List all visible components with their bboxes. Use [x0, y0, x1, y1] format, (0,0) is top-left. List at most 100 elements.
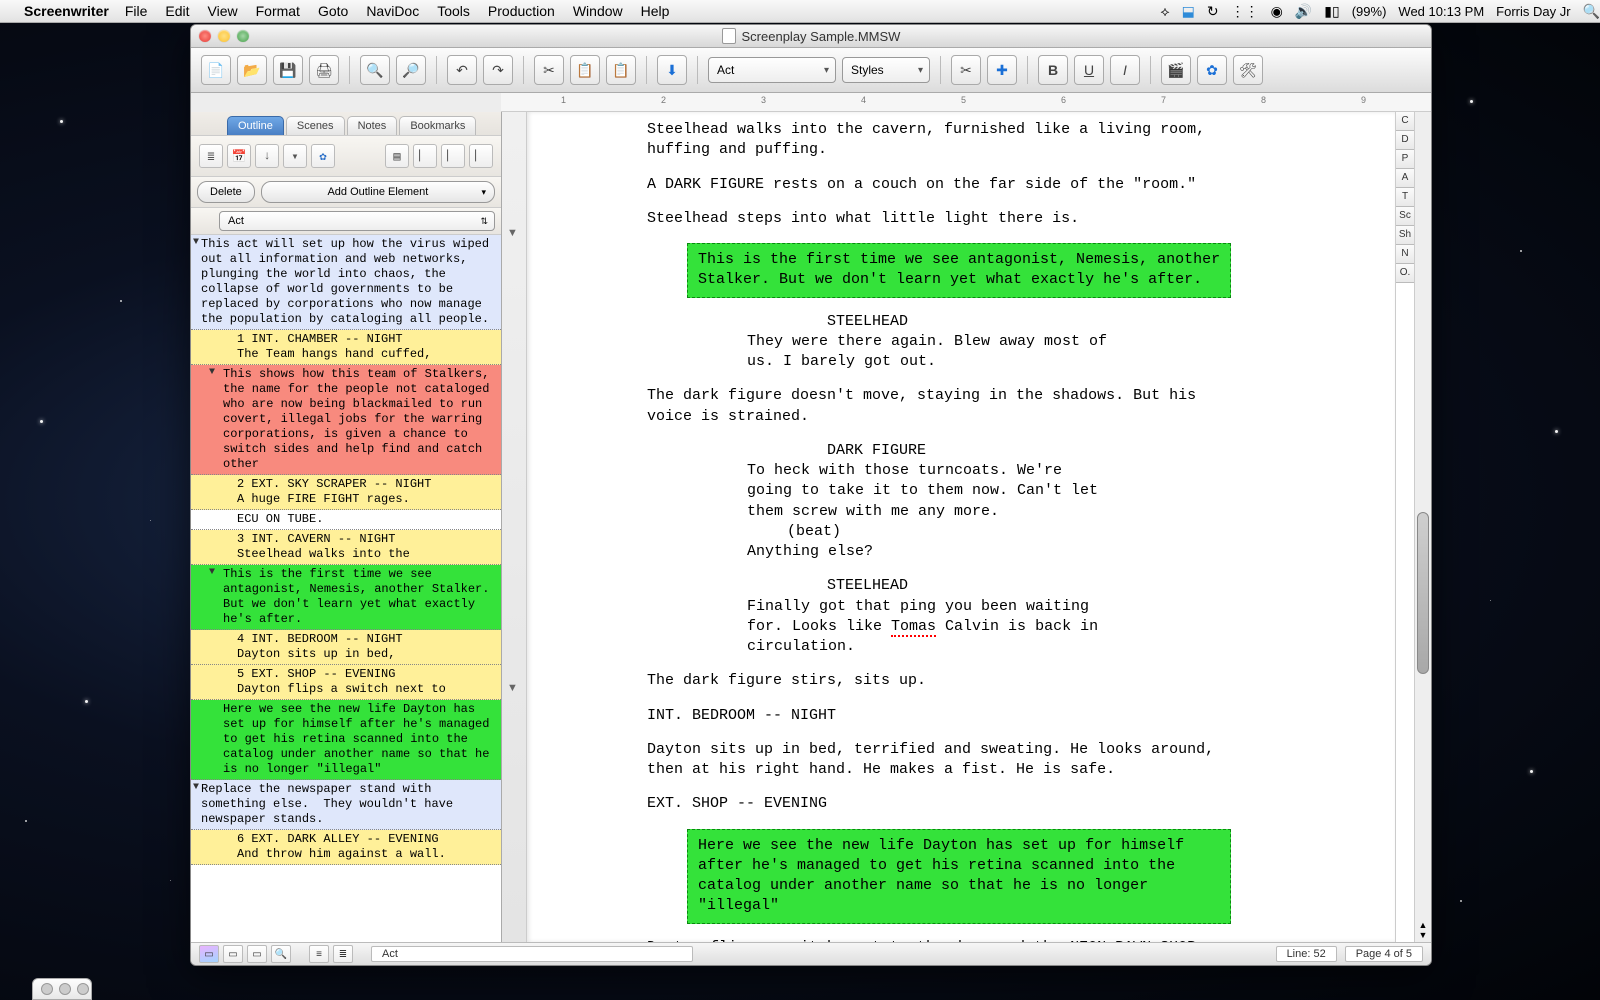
outline-options-button[interactable]: ✿	[311, 144, 335, 168]
outline-row[interactable]: 5 EXT. SHOP -- EVENING Dayton flips a sw…	[191, 665, 501, 700]
outline-row[interactable]: ▼This is the first time we see antagonis…	[191, 565, 501, 630]
open-button[interactable]: 📂	[237, 55, 267, 85]
outline-date-button[interactable]: 📅	[227, 144, 251, 168]
styles-button[interactable]: Styles	[842, 57, 930, 83]
redo-button[interactable]: ↷	[483, 55, 513, 85]
save-button[interactable]: 💾	[273, 55, 303, 85]
view-mode-button[interactable]: ▭	[247, 945, 267, 963]
menu-format[interactable]: Format	[256, 3, 300, 19]
bold-button[interactable]: B	[1038, 55, 1068, 85]
app-menu[interactable]: Screenwriter	[24, 3, 109, 19]
document-proxy-icon[interactable]	[722, 28, 736, 44]
menu-file[interactable]: File	[125, 3, 148, 19]
spotlight-icon[interactable]: 🔍	[1583, 3, 1600, 20]
outline-row[interactable]: 3 INT. CAVERN -- NIGHT Steelhead walks i…	[191, 530, 501, 565]
tab-bookmarks[interactable]: Bookmarks	[399, 116, 476, 135]
side-tab[interactable]: Sc	[1396, 207, 1414, 226]
disclosure-triangle-icon[interactable]: ▼	[193, 237, 199, 250]
menu-navidoc[interactable]: NaviDoc	[366, 3, 419, 19]
outline-level-select[interactable]: Act	[219, 211, 495, 231]
note-toggle-icon[interactable]: ▼	[507, 682, 518, 694]
vertical-scrollbar[interactable]: ▲▼	[1414, 112, 1431, 942]
side-tab[interactable]: C	[1396, 112, 1414, 131]
element-select[interactable]: Act	[708, 57, 836, 83]
note-toggle-icon[interactable]: ▼	[507, 227, 518, 239]
outline-row[interactable]: ▼This act will set up how the virus wipe…	[191, 235, 501, 330]
horizontal-ruler[interactable]: 1 2 3 4 5 6 7 8 9	[501, 93, 1431, 112]
outline-expand-button[interactable]: ▤	[385, 144, 409, 168]
outline-slider2[interactable]: ⎸	[441, 144, 465, 168]
menu-help[interactable]: Help	[641, 3, 670, 19]
outline-row[interactable]: ▼This shows how this team of Stalkers, t…	[191, 365, 501, 475]
outline-indent-button[interactable]: ≣	[199, 144, 223, 168]
new-doc-button[interactable]: 📄	[201, 55, 231, 85]
zoom-status-button[interactable]: 🔍	[271, 945, 291, 963]
scroll-down-icon[interactable]: ▼	[1417, 930, 1429, 940]
zoom-out-button[interactable]: 🔎	[396, 55, 426, 85]
battery-icon[interactable]: ▮▯	[1324, 3, 1339, 20]
outline-slider3[interactable]: ⎸	[469, 144, 493, 168]
menu-view[interactable]: View	[208, 3, 238, 19]
scrollbar-thumb[interactable]	[1417, 512, 1429, 674]
outline-add-element-button[interactable]: Add Outline Element	[261, 181, 495, 203]
menu-goto[interactable]: Goto	[318, 3, 348, 19]
tab-scenes[interactable]: Scenes	[286, 116, 345, 135]
menuextra-icon[interactable]: ⟡	[1160, 3, 1169, 20]
view-mode-button[interactable]: ▭	[223, 945, 243, 963]
outline-list[interactable]: ▼This act will set up how the virus wipe…	[191, 235, 501, 942]
menu-production[interactable]: Production	[488, 3, 555, 19]
window-titlebar[interactable]: Screenplay Sample.MMSW	[191, 25, 1431, 48]
window-zoom-button[interactable]	[237, 30, 249, 42]
dropbox-icon[interactable]: ⬓	[1182, 3, 1195, 20]
outline-down-button[interactable]: ↓	[255, 144, 279, 168]
menu-tools[interactable]: Tools	[437, 3, 470, 19]
copy-button[interactable]: 📋	[570, 55, 600, 85]
side-tab[interactable]: O.	[1396, 264, 1414, 283]
outline-row[interactable]: 6 EXT. DARK ALLEY -- EVENING And throw h…	[191, 830, 501, 865]
cut-alt-button[interactable]: ✂	[951, 55, 981, 85]
side-tab[interactable]: Sh	[1396, 226, 1414, 245]
scroll-up-icon[interactable]: ▲	[1417, 920, 1429, 930]
menu-window[interactable]: Window	[573, 3, 623, 19]
bookmark-button[interactable]: ⬇	[657, 55, 687, 85]
outline-row[interactable]: 2 EXT. SKY SCRAPER -- NIGHT A huge FIRE …	[191, 475, 501, 510]
note-gutter[interactable]: ▼ ▼	[502, 112, 527, 942]
window-close-button[interactable]	[199, 30, 211, 42]
disclosure-triangle-icon[interactable]: ▼	[193, 782, 199, 795]
menu-edit[interactable]: Edit	[165, 3, 189, 19]
outline-slider1[interactable]: ⎸	[413, 144, 437, 168]
outline-delete-button[interactable]: Delete	[197, 181, 255, 203]
clock[interactable]: Wed 10:13 PM	[1398, 4, 1484, 19]
panel-toggle-button[interactable]: ≡	[309, 945, 329, 963]
tools-button[interactable]: 🛠	[1233, 55, 1263, 85]
print-button[interactable]: 🖨	[309, 55, 339, 85]
disclosure-triangle-icon[interactable]: ▼	[209, 367, 215, 380]
outline-row[interactable]: Here we see the new life Dayton has set …	[191, 700, 501, 780]
outline-collapse-button[interactable]: ▾	[283, 144, 307, 168]
outline-row[interactable]: ECU ON TUBE.	[191, 510, 501, 530]
settings-button[interactable]: ✿	[1197, 55, 1227, 85]
add-element-button[interactable]: ✚	[987, 55, 1017, 85]
outline-row[interactable]: 1 INT. CHAMBER -- NIGHT The Team hangs h…	[191, 330, 501, 365]
side-tab[interactable]: A	[1396, 169, 1414, 188]
view-mode-button[interactable]: ▭	[199, 945, 219, 963]
script-note[interactable]: This is the first time we see antagonist…	[687, 243, 1231, 298]
tab-outline[interactable]: Outline	[227, 116, 284, 135]
undo-button[interactable]: ↶	[447, 55, 477, 85]
italic-button[interactable]: I	[1110, 55, 1140, 85]
side-tab[interactable]: P	[1396, 150, 1414, 169]
panel-toggle-button[interactable]: ≣	[333, 945, 353, 963]
paste-button[interactable]: 📋	[606, 55, 636, 85]
side-tab[interactable]: N	[1396, 245, 1414, 264]
script-page[interactable]: Steelhead walks into the cavern, furnish…	[527, 112, 1395, 942]
zoom-in-button[interactable]: 🔍	[360, 55, 390, 85]
disclosure-triangle-icon[interactable]: ▼	[209, 567, 215, 580]
production-button[interactable]: 🎬	[1161, 55, 1191, 85]
tab-notes[interactable]: Notes	[347, 116, 398, 135]
script-note[interactable]: Here we see the new life Dayton has set …	[687, 829, 1231, 924]
side-tab[interactable]: D	[1396, 131, 1414, 150]
wifi-icon[interactable]: ◉	[1271, 3, 1283, 20]
underline-button[interactable]: U	[1074, 55, 1104, 85]
bluetooth-icon[interactable]: ⋮⋮	[1231, 3, 1259, 20]
volume-icon[interactable]: 🔊	[1295, 3, 1312, 20]
